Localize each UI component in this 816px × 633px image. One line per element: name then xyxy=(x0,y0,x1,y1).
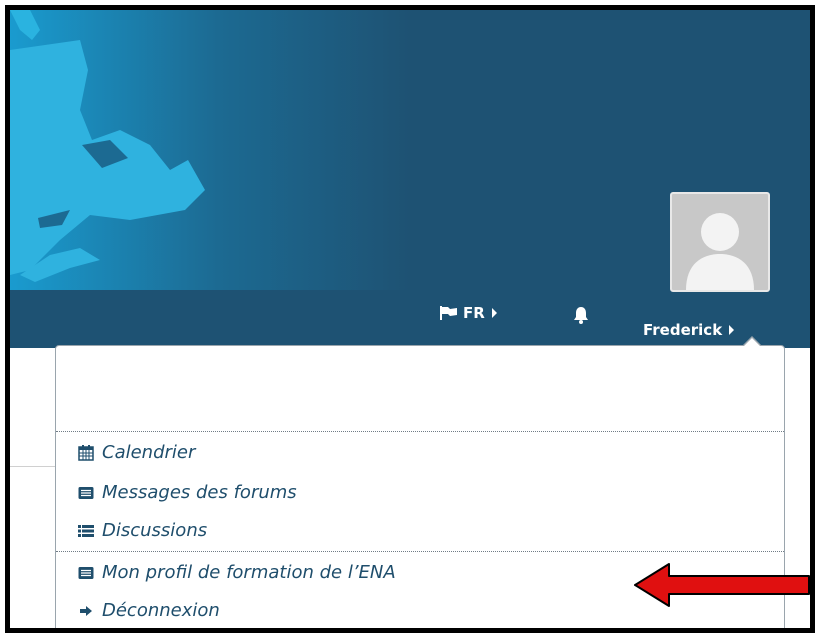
user-avatar[interactable] xyxy=(670,192,770,292)
caret-right-icon xyxy=(491,308,497,318)
calendar-icon xyxy=(78,444,94,461)
menu-item-label: Déconnexion xyxy=(102,600,220,621)
dropdown-pointer-fill xyxy=(744,338,760,346)
list-icon xyxy=(78,524,94,537)
menu-item-calendar[interactable]: Calendrier xyxy=(78,442,195,463)
menu-item-label: Messages des forums xyxy=(102,482,297,503)
list-box-icon xyxy=(78,566,94,579)
logout-icon xyxy=(80,605,92,616)
user-name: Frederick xyxy=(643,321,723,339)
content-divider xyxy=(10,466,56,467)
menu-divider xyxy=(56,551,784,552)
menu-item-ena-profile[interactable]: Mon profil de formation de l’ENA xyxy=(78,562,396,583)
annotation-arrow xyxy=(634,563,810,607)
menu-item-label: Calendrier xyxy=(102,442,196,463)
menu-item-logout[interactable]: Déconnexion xyxy=(78,600,220,621)
menu-item-discussions[interactable]: Discussions xyxy=(78,520,207,541)
caret-right-icon xyxy=(729,325,735,335)
list-box-icon xyxy=(78,486,94,499)
flag-icon xyxy=(440,306,457,320)
bell-icon xyxy=(574,307,588,324)
language-label: FR xyxy=(463,304,485,322)
user-menu-toggle[interactable]: Frederick xyxy=(643,321,735,339)
page-header: FR Frederick xyxy=(10,10,810,348)
language-menu[interactable]: FR xyxy=(440,304,497,322)
screenshot-frame: FR Frederick Calendrier Messages des for… xyxy=(5,5,815,633)
menu-item-label: Mon profil de formation de l’ENA xyxy=(102,562,396,583)
notifications-button[interactable] xyxy=(573,306,589,324)
menu-item-label: Discussions xyxy=(102,520,208,541)
menu-item-forum-messages[interactable]: Messages des forums xyxy=(78,482,297,503)
menu-divider xyxy=(56,431,784,432)
default-user-icon xyxy=(686,213,754,290)
